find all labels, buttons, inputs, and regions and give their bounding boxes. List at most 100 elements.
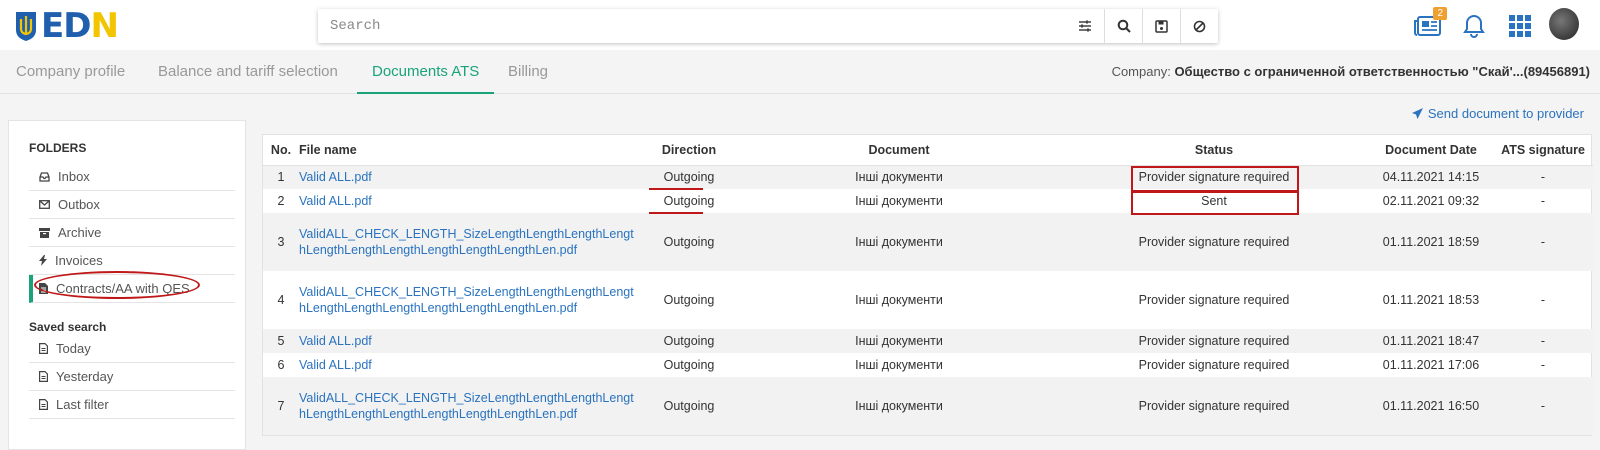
saved-search-yesterday[interactable]: Yesterday: [29, 363, 235, 391]
envelope-icon: [39, 200, 50, 209]
tab-company-profile[interactable]: Company profile: [16, 50, 125, 94]
saved-search-last-filter[interactable]: Last filter: [29, 391, 235, 419]
sidebar-item-label: Outbox: [58, 197, 100, 212]
file-icon: [39, 371, 48, 382]
row-date: 01.11.2021 18:59: [1369, 213, 1493, 271]
ban-icon: [1193, 20, 1206, 32]
top-bar: E D N 2: [0, 0, 1600, 50]
row-direction: Outgoing: [663, 194, 715, 208]
row-number: 6: [277, 358, 285, 372]
row-direction: Outgoing: [639, 329, 739, 353]
sidebar-item-label: Contracts/AA with QES: [56, 281, 190, 296]
row-document: Інші документи: [855, 194, 943, 208]
file-name-link[interactable]: Valid ALL.pdf: [299, 189, 639, 213]
sidebar-item-invoices[interactable]: Invoices: [29, 247, 235, 275]
row-document: Інші документи: [739, 165, 1059, 189]
table-row[interactable]: 4 ValidALL_CHECK_LENGTH_SizeLengthLength…: [263, 271, 1593, 329]
avatar: [1549, 8, 1579, 40]
file-icon: [39, 343, 48, 354]
search-input[interactable]: [318, 9, 1066, 43]
folders-title: FOLDERS: [29, 141, 87, 155]
row-status: Provider signature required: [1138, 293, 1290, 307]
table-row[interactable]: 1 Valid ALL.pdf Outgoing Інші документи …: [263, 165, 1593, 189]
row-status: Provider signature required: [1059, 377, 1369, 435]
tab-documents-ats[interactable]: Documents ATS: [357, 50, 495, 94]
row-ats: -: [1540, 194, 1546, 208]
tab-balance-tariff[interactable]: Balance and tariff selection: [158, 50, 338, 94]
saved-search-today[interactable]: Today: [29, 335, 235, 363]
row-date: 01.11.2021 18:47: [1369, 329, 1493, 353]
tabs-bar: Company profile Balance and tariff selec…: [0, 50, 1600, 94]
sidebar: FOLDERS Inbox Outbox Archive Invoices Co…: [8, 120, 246, 450]
row-direction: Outgoing: [639, 213, 739, 271]
filter-button[interactable]: [1066, 9, 1104, 43]
sidebar-item-label: Archive: [58, 225, 102, 240]
sidebar-item-archive[interactable]: Archive: [29, 219, 235, 247]
user-menu[interactable]: [1549, 8, 1579, 40]
paper-plane-icon: [1411, 108, 1423, 119]
documents-table: No. File name Direction Document Status …: [262, 134, 1593, 436]
file-name-link[interactable]: Valid ALL.pdf: [299, 165, 639, 189]
row-status: Provider signature required: [1059, 165, 1369, 189]
sidebar-item-label: Invoices: [55, 253, 103, 268]
row-status: Provider signature required: [1138, 358, 1290, 372]
clear-search-button[interactable]: [1180, 9, 1218, 43]
file-name-link[interactable]: Valid ALL.pdf: [299, 353, 639, 377]
row-status: Provider signature required: [1059, 329, 1369, 353]
row-document: Інші документи: [855, 358, 943, 372]
table-row[interactable]: 7 ValidALL_CHECK_LENGTH_SizeLengthLength…: [263, 377, 1593, 435]
row-document: Інші документи: [739, 213, 1059, 271]
company-info: Company: Общество с ограниченной ответст…: [1112, 50, 1590, 94]
logo-letter-d: D: [63, 6, 91, 46]
documents-button[interactable]: 2: [1413, 7, 1447, 41]
row-date: 04.11.2021 14:15: [1369, 165, 1493, 189]
saved-search-label: Yesterday: [56, 369, 114, 384]
table-row[interactable]: 6 Valid ALL.pdf Outgoing Інші документи …: [263, 353, 1593, 377]
row-document: Інші документи: [855, 293, 943, 307]
row-ats: -: [1540, 293, 1546, 307]
document-icon: [39, 283, 48, 294]
save-search-button[interactable]: [1142, 9, 1180, 43]
row-ats: -: [1493, 377, 1593, 435]
row-ats: -: [1493, 213, 1593, 271]
col-header-file-name[interactable]: File name: [299, 135, 639, 166]
col-header-direction[interactable]: Direction: [639, 135, 739, 166]
sidebar-item-contracts[interactable]: Contracts/AA with QES: [29, 275, 235, 303]
row-direction: Outgoing: [663, 358, 715, 372]
col-header-status[interactable]: Status: [1059, 135, 1369, 166]
logo-letter-n: N: [90, 6, 118, 46]
row-number: 1: [263, 165, 299, 189]
table-row[interactable]: 5 Valid ALL.pdf Outgoing Інші документи …: [263, 329, 1593, 353]
row-ats: -: [1493, 329, 1593, 353]
apps-button[interactable]: [1505, 11, 1535, 41]
edin-logo[interactable]: E D N: [14, 6, 119, 46]
row-status: Sent: [1201, 194, 1227, 208]
saved-search-label: Today: [56, 341, 91, 356]
company-prefix: Company:: [1111, 64, 1171, 79]
col-header-document[interactable]: Document: [739, 135, 1059, 166]
row-ats: -: [1493, 165, 1593, 189]
col-header-document-date[interactable]: Document Date: [1369, 135, 1493, 166]
file-name-link[interactable]: Valid ALL.pdf: [299, 329, 639, 353]
search-bar: [318, 9, 1218, 43]
tab-billing[interactable]: Billing: [508, 50, 548, 94]
col-header-ats-signature[interactable]: ATS signature: [1493, 135, 1593, 166]
row-number: 7: [263, 377, 299, 435]
row-direction: Outgoing: [639, 377, 739, 435]
sidebar-item-inbox[interactable]: Inbox: [29, 163, 235, 191]
notifications-button[interactable]: [1459, 11, 1489, 41]
table-row[interactable]: 2 Valid ALL.pdf Outgoing Інші документи …: [263, 189, 1593, 213]
file-name-link[interactable]: ValidALL_CHECK_LENGTH_SizeLengthLengthLe…: [299, 271, 639, 329]
grid-icon: [1509, 15, 1531, 37]
sidebar-item-outbox[interactable]: Outbox: [29, 191, 235, 219]
row-date: 01.11.2021 17:06: [1382, 358, 1480, 372]
send-document-link[interactable]: Send document to provider: [1411, 106, 1584, 121]
col-header-no[interactable]: No.: [263, 135, 299, 166]
table-row[interactable]: 3 ValidALL_CHECK_LENGTH_SizeLengthLength…: [263, 213, 1593, 271]
row-date: 01.11.2021 18:53: [1382, 293, 1480, 307]
row-number: 2: [277, 194, 285, 208]
trident-icon: [16, 12, 36, 41]
file-name-link[interactable]: ValidALL_CHECK_LENGTH_SizeLengthLengthLe…: [299, 377, 639, 435]
file-name-link[interactable]: ValidALL_CHECK_LENGTH_SizeLengthLengthLe…: [299, 213, 639, 271]
search-button[interactable]: [1104, 9, 1142, 43]
